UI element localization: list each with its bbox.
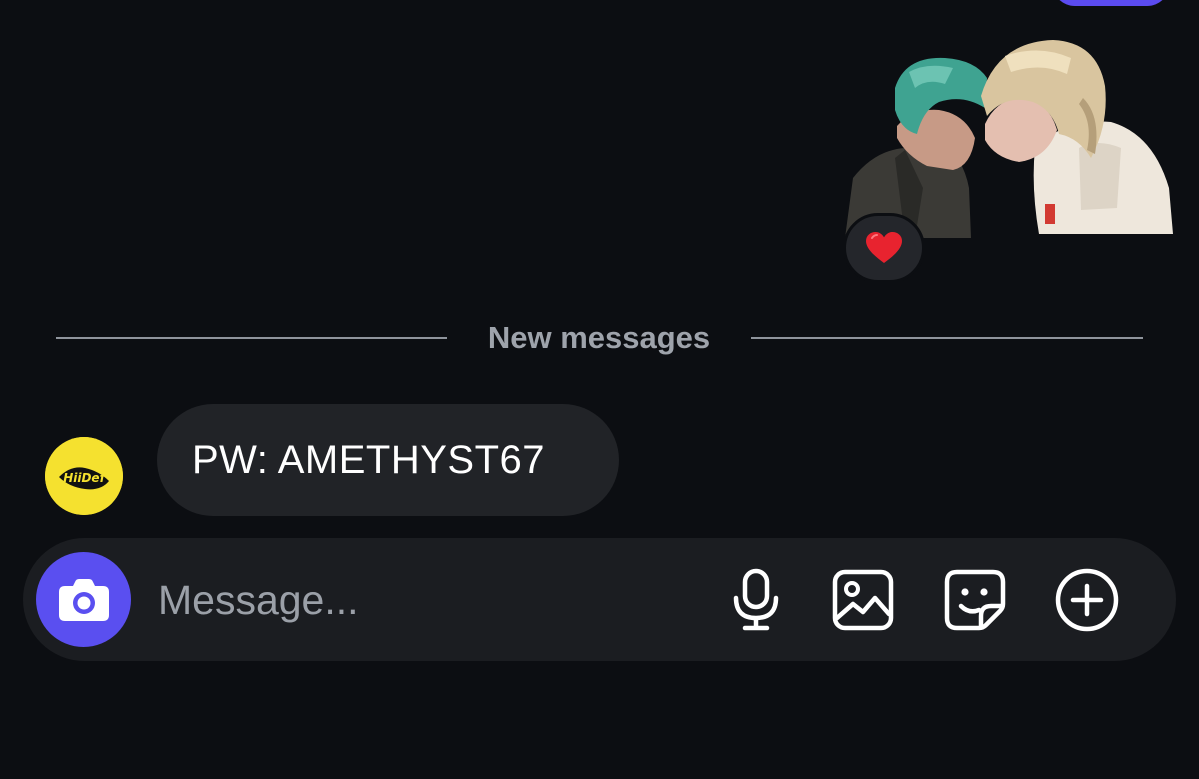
- camera-button[interactable]: [36, 552, 131, 647]
- divider-line-right: [751, 337, 1143, 339]
- sticker-button[interactable]: [941, 566, 1009, 634]
- sticker-icon: [944, 569, 1006, 631]
- svg-text:HiiDef: HiiDef: [63, 471, 106, 485]
- sticker-image[interactable]: [835, 38, 1175, 238]
- new-messages-divider-label: New messages: [487, 320, 711, 355]
- incoming-message-bubble[interactable]: PW: AMETHYST67: [157, 404, 619, 516]
- sticker-illustration: [845, 40, 1173, 238]
- avatar-logo: HiiDef: [45, 437, 123, 515]
- microphone-button[interactable]: [722, 566, 790, 634]
- heart-reaction-badge[interactable]: [843, 213, 925, 283]
- message-composer: [23, 538, 1176, 661]
- sent-message-bubble-partial[interactable]: [1052, 0, 1170, 6]
- camera-icon: [58, 578, 109, 621]
- sender-avatar[interactable]: HiiDef: [45, 437, 123, 515]
- divider-line-left: [56, 337, 447, 339]
- add-button[interactable]: [1053, 566, 1121, 634]
- gallery-button[interactable]: [829, 566, 897, 634]
- message-input[interactable]: [158, 568, 678, 632]
- plus-circle-icon: [1055, 568, 1119, 632]
- microphone-icon: [733, 568, 779, 631]
- gallery-icon: [832, 569, 894, 631]
- heart-icon: [866, 232, 902, 263]
